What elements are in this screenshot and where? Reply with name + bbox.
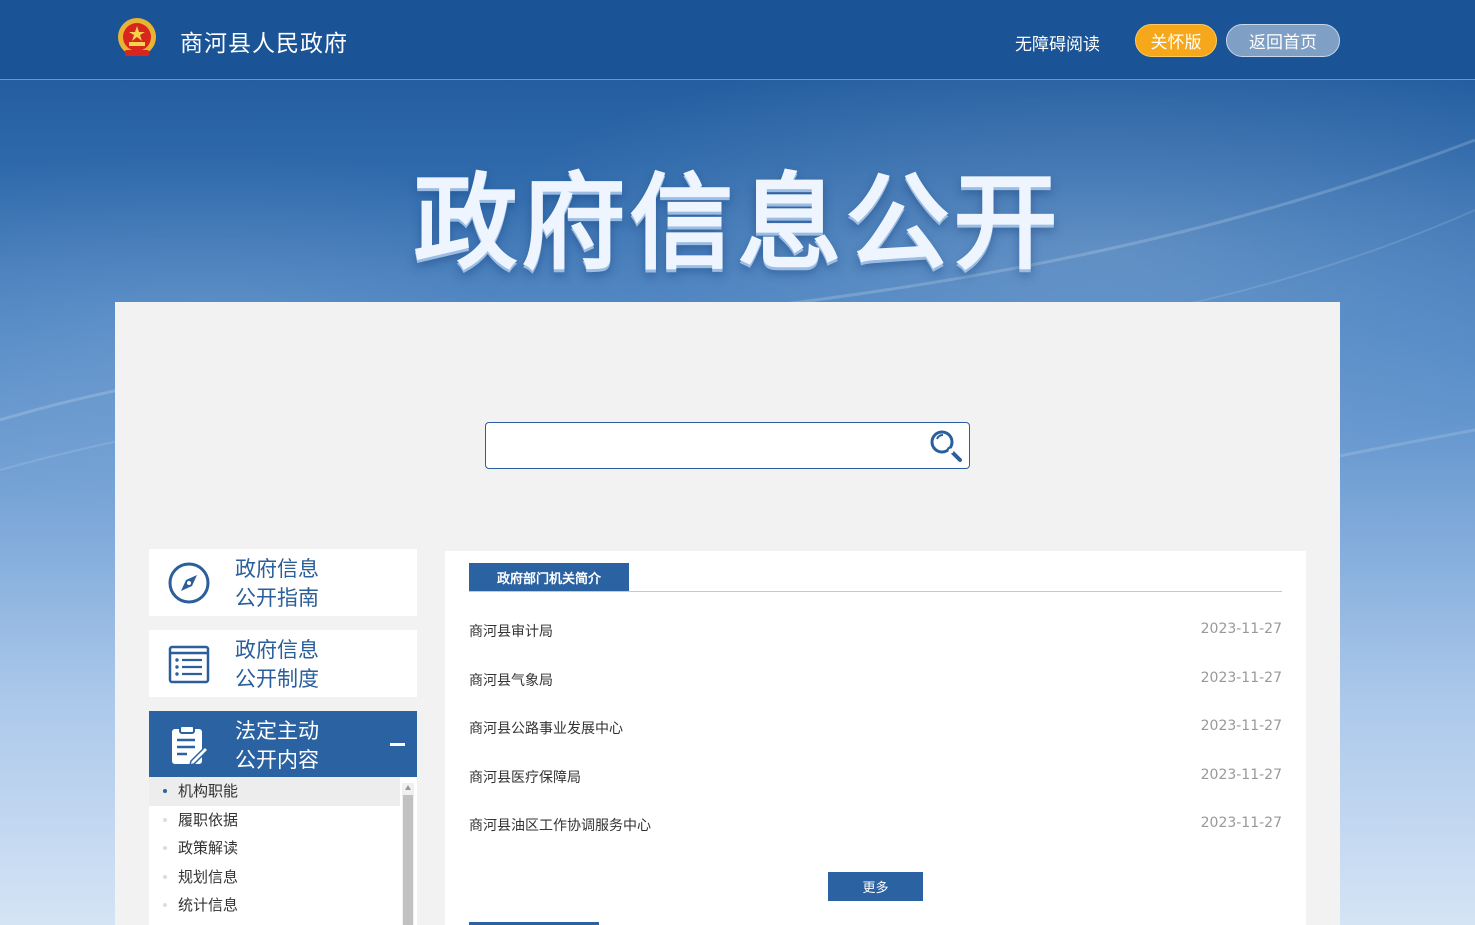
search-input[interactable] bbox=[494, 429, 918, 464]
list-item-title[interactable]: 商河县气象局 bbox=[469, 670, 553, 690]
scroll-up-icon[interactable] bbox=[405, 785, 411, 790]
search-box bbox=[485, 422, 970, 469]
submenu-item-functions[interactable]: 机构职能 bbox=[149, 777, 400, 806]
submenu-item-basis[interactable]: 履职依据 bbox=[149, 806, 400, 835]
list-item-title[interactable]: 商河县审计局 bbox=[469, 621, 553, 641]
bullet-icon bbox=[163, 903, 167, 907]
list-item-title[interactable]: 商河县医疗保障局 bbox=[469, 767, 581, 787]
clipboard-edit-icon bbox=[172, 725, 210, 767]
section-tab[interactable]: 政府部门机关简介 bbox=[469, 563, 629, 591]
section-divider bbox=[469, 591, 1282, 592]
bullet-icon bbox=[163, 789, 167, 793]
content-card: 政府部门机关简介 商河县审计局 2023-11-27 商河县气象局 2023-1… bbox=[445, 551, 1306, 925]
bullet-icon bbox=[163, 874, 167, 879]
news-list: 商河县审计局 2023-11-27 商河县气象局 2023-11-27 商河县公… bbox=[469, 605, 1282, 848]
page-title: 政府信息公开 bbox=[413, 162, 1062, 284]
compass-icon bbox=[168, 562, 210, 604]
bullet-icon bbox=[163, 817, 167, 822]
main-panel: 政府信息 公开指南 政府信息 公开制度 法定主动 公开内容 机构职能 履职依据 … bbox=[115, 302, 1340, 925]
list-item-title[interactable]: 商河县油区工作协调服务中心 bbox=[469, 815, 651, 835]
sidebar-item-label: 政府信息 公开制度 bbox=[235, 638, 319, 691]
top-header: 商河县人民政府 无障碍阅读 关怀版 返回首页 bbox=[0, 0, 1475, 80]
list-item-date: 2023-11-27 bbox=[1200, 718, 1282, 734]
site-title[interactable]: 商河县人民政府 bbox=[180, 24, 348, 58]
bullet-icon bbox=[163, 846, 167, 850]
list-item[interactable]: 商河县公路事业发展中心 2023-11-27 bbox=[469, 702, 1282, 751]
submenu-item-planning[interactable]: 规划信息 bbox=[149, 863, 400, 892]
list-item-title[interactable]: 商河县公路事业发展中心 bbox=[469, 718, 623, 738]
sidebar-item-label: 政府信息 公开指南 bbox=[235, 557, 319, 610]
list-item[interactable]: 商河县医疗保障局 2023-11-27 bbox=[469, 751, 1282, 800]
scroll-thumb[interactable] bbox=[403, 795, 413, 925]
care-version-button[interactable]: 关怀版 bbox=[1135, 24, 1217, 57]
list-item-date: 2023-11-27 bbox=[1200, 815, 1282, 831]
document-list-icon bbox=[168, 645, 210, 684]
list-item-date: 2023-11-27 bbox=[1200, 621, 1282, 637]
collapse-icon[interactable] bbox=[390, 743, 405, 746]
accessible-reading-link[interactable]: 无障碍阅读 bbox=[1015, 30, 1100, 55]
statutory-submenu: 机构职能 履职依据 政策解读 规划信息 统计信息 bbox=[149, 777, 417, 925]
sidebar-item-label: 法定主动 公开内容 bbox=[235, 719, 319, 772]
submenu-item-policy-interpretation[interactable]: 政策解读 bbox=[149, 834, 400, 863]
search-icon[interactable] bbox=[927, 427, 965, 465]
submenu-item-statistics[interactable]: 统计信息 bbox=[149, 891, 400, 920]
sidebar-item-disclosure-guide[interactable]: 政府信息 公开指南 bbox=[149, 549, 417, 616]
list-item-date: 2023-11-27 bbox=[1200, 669, 1282, 686]
return-home-button[interactable]: 返回首页 bbox=[1226, 24, 1340, 57]
submenu-scrollbar[interactable] bbox=[402, 783, 414, 925]
national-emblem-icon bbox=[118, 18, 156, 56]
list-item[interactable]: 商河县气象局 2023-11-27 bbox=[469, 654, 1282, 703]
list-item[interactable]: 商河县审计局 2023-11-27 bbox=[469, 605, 1282, 654]
list-item[interactable]: 商河县油区工作协调服务中心 2023-11-27 bbox=[469, 799, 1282, 848]
sidebar-item-statutory-content[interactable]: 法定主动 公开内容 bbox=[149, 711, 417, 778]
sidebar-item-disclosure-system[interactable]: 政府信息 公开制度 bbox=[149, 630, 417, 697]
list-item-date: 2023-11-27 bbox=[1200, 766, 1282, 783]
more-button[interactable]: 更多 bbox=[828, 872, 923, 901]
